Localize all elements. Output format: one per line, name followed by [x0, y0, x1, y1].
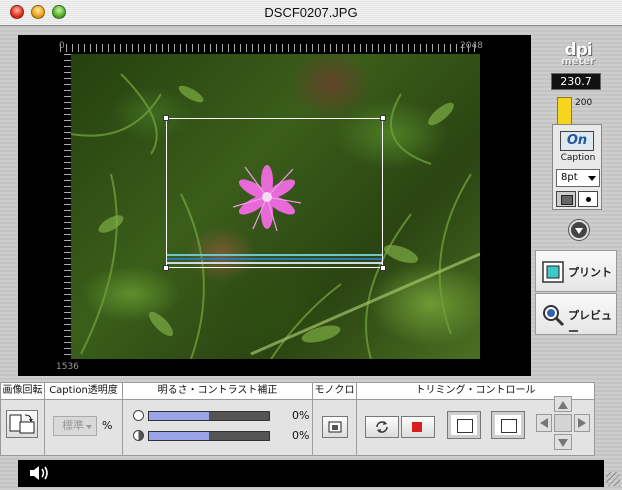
- rotate-icon: [9, 414, 35, 434]
- frame-small-button[interactable]: [447, 411, 481, 439]
- control-strip-header: 画像回転 Caption透明度 明るさ・コントラスト補正 モノクロ トリミング・…: [0, 382, 595, 400]
- caption-font-size-value: 8pt: [561, 172, 578, 183]
- print-button-label: プリント: [568, 266, 612, 279]
- contrast-slider-fill: [149, 432, 209, 440]
- refresh-icon: [376, 421, 388, 433]
- brightness-slider-fill: [149, 412, 209, 420]
- crop-handle-bottom-right[interactable]: [380, 265, 386, 271]
- mono-header: モノクロ: [313, 383, 357, 399]
- divider: [356, 400, 357, 456]
- dpi-value-display: 230.7: [551, 73, 601, 90]
- contrast-value: 0%: [292, 429, 310, 442]
- brightness-icon: [133, 410, 144, 421]
- dpi-max-label: 200: [575, 98, 593, 108]
- crop-handle-top-left[interactable]: [163, 115, 169, 121]
- crop-frame[interactable]: [166, 118, 383, 268]
- rotate-header: 画像回転: [1, 383, 45, 399]
- chevron-down-icon: [588, 176, 596, 181]
- magnifier-icon: [543, 305, 565, 327]
- app-window: DSCF0207.JPG 0 2048 1536 dpi meter 230.7…: [0, 0, 622, 490]
- meter-logo-text: meter: [561, 56, 595, 67]
- brightness-contrast-header: 明るさ・コントラスト補正: [123, 383, 313, 399]
- horizontal-ruler: [60, 44, 478, 52]
- caption-font-size-select[interactable]: 8pt: [556, 169, 600, 187]
- trim-direction-pad: [536, 396, 592, 452]
- expand-down-icon[interactable]: [569, 220, 589, 240]
- preview-button[interactable]: プレビュー: [535, 293, 617, 338]
- contrast-slider[interactable]: [148, 431, 270, 441]
- crop-guide-line: [167, 262, 382, 264]
- caption-dot-style-button[interactable]: [578, 191, 598, 207]
- speaker-icon[interactable]: [28, 464, 52, 482]
- stop-trim-button[interactable]: [401, 416, 435, 438]
- divider: [312, 400, 313, 456]
- arrow-right-icon[interactable]: [574, 414, 590, 432]
- ruler-y-end-label: 1536: [56, 362, 79, 372]
- crop-handle-top-right[interactable]: [380, 115, 386, 121]
- arrow-down-icon[interactable]: [554, 434, 572, 450]
- stop-icon: [412, 422, 422, 432]
- crop-handle-bottom-left[interactable]: [163, 265, 169, 271]
- ruler-x-start-label: 0: [59, 41, 65, 51]
- brightness-value: 0%: [292, 409, 310, 422]
- caption-panel: On Caption 8pt: [552, 124, 602, 210]
- monochrome-button[interactable]: [322, 416, 348, 438]
- title-bar[interactable]: DSCF0207.JPG: [0, 0, 622, 26]
- crop-guide-line: [167, 258, 382, 260]
- print-icon: [542, 261, 564, 283]
- arrow-up-icon[interactable]: [554, 396, 572, 412]
- caption-opacity-header: Caption透明度: [45, 383, 123, 399]
- dpad-center: [554, 414, 572, 432]
- status-bar: [18, 460, 604, 487]
- contrast-icon: [133, 430, 144, 441]
- rotate-button[interactable]: [6, 410, 38, 438]
- preview-button-label: プレビュー: [568, 309, 612, 338]
- dpi-meter-logo: dpi meter: [552, 40, 604, 67]
- opacity-unit-label: %: [102, 419, 113, 432]
- caption-on-button[interactable]: On: [560, 131, 594, 151]
- frame-large-button[interactable]: [491, 411, 525, 439]
- monochrome-icon: [328, 421, 342, 433]
- divider: [44, 400, 45, 456]
- print-button[interactable]: プリント: [535, 250, 617, 292]
- crop-guide-line: [167, 254, 382, 256]
- caption-opacity-select[interactable]: 標準: [53, 416, 97, 436]
- divider: [122, 400, 123, 456]
- arrow-left-icon[interactable]: [536, 414, 552, 432]
- brightness-slider[interactable]: [148, 411, 270, 421]
- caption-label: Caption: [560, 153, 596, 163]
- ruler-x-end-label: 2048: [460, 41, 483, 51]
- caption-box-style-button[interactable]: [556, 191, 576, 207]
- reset-trim-button[interactable]: [365, 416, 399, 438]
- resize-grip[interactable]: [606, 472, 620, 486]
- window-title: DSCF0207.JPG: [264, 5, 358, 20]
